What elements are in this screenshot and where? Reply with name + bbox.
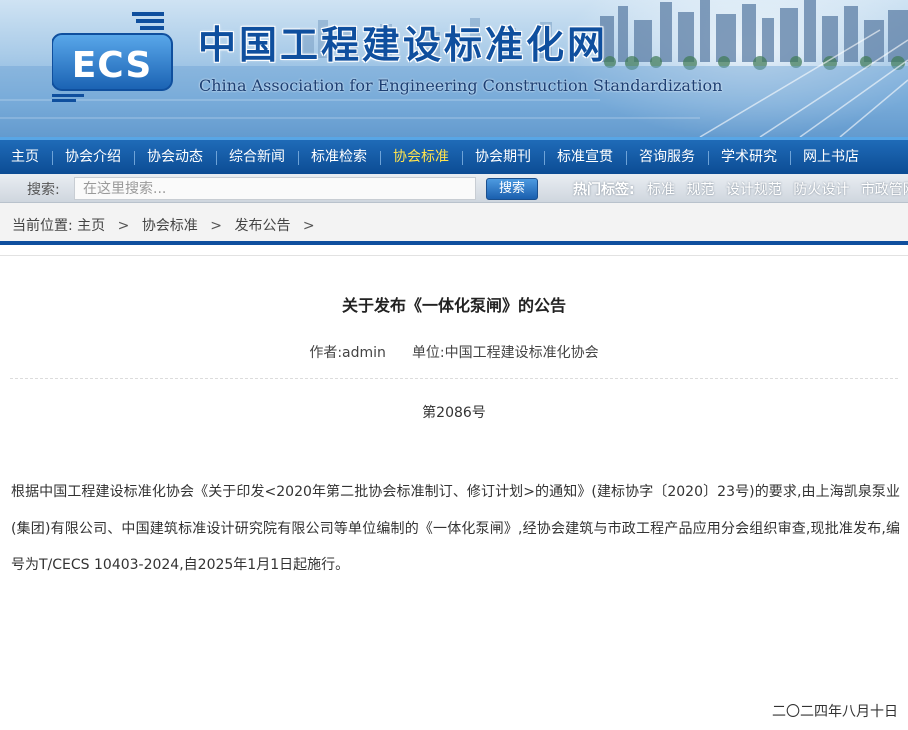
search-input[interactable] [74, 177, 476, 200]
article-title: 关于发布《一体化泵闸》的公告 [341, 296, 566, 315]
main-nav: 主页 协会介绍 协会动态 综合新闻 标准检索 协会标准 协会期刊 标准宣贯 咨询… [0, 137, 908, 174]
breadcrumb-separator: > [117, 218, 130, 234]
nav-item-bookstore[interactable]: 网上书店 [790, 140, 872, 174]
search-button[interactable]: 搜索 [486, 178, 538, 200]
nav-item-about[interactable]: 协会介绍 [52, 140, 134, 174]
nav-item-general-news[interactable]: 综合新闻 [216, 140, 298, 174]
hot-tags-label: 热门标签: [573, 182, 635, 198]
search-bar: 搜索: 搜索 热门标签: 标准 规范 设计规范 防火设计 市政管网 [0, 174, 908, 203]
breadcrumb-separator: > [302, 218, 315, 234]
document-number: 第2086号 [422, 405, 486, 421]
nav-item-standard-promotion[interactable]: 标准宣贯 [544, 140, 626, 174]
nav-item-consulting[interactable]: 咨询服务 [626, 140, 708, 174]
meta-divider [10, 378, 898, 379]
article-date: 二〇二四年八月十日 [772, 704, 898, 720]
ecs-logo-text: ECS [72, 45, 153, 86]
hot-tags: 标准 规范 设计规范 防火设计 市政管网 [647, 179, 908, 199]
article-meta: 作者:admin 单位:中国工程建设标准化协会 [0, 342, 908, 362]
ecs-logo: ECS [52, 12, 173, 102]
content-top-divider [0, 255, 908, 256]
nav-item-news[interactable]: 协会动态 [134, 140, 216, 174]
nav-item-journal[interactable]: 协会期刊 [462, 140, 544, 174]
nav-item-home[interactable]: 主页 [0, 140, 52, 174]
breadcrumb-separator: > [210, 218, 222, 234]
site-title-en: China Association for Engineering Constr… [199, 76, 723, 95]
article-unit: 单位:中国工程建设标准化协会 [411, 345, 599, 361]
hot-tag-fire-design[interactable]: 防火设计 [793, 182, 849, 198]
search-label: 搜索: [27, 182, 60, 198]
hot-tag-municipal-pipeline[interactable]: 市政管网 [861, 182, 908, 198]
breadcrumb-home[interactable]: 主页 [77, 218, 105, 234]
hot-tag-standard[interactable]: 标准 [647, 182, 675, 198]
hot-tag-design-code[interactable]: 设计规范 [726, 182, 782, 198]
nav-item-research[interactable]: 学术研究 [708, 140, 790, 174]
hot-tag-code[interactable]: 规范 [686, 182, 714, 198]
site-title-cn: 中国工程建设标准化网 [198, 22, 609, 67]
breadcrumb-association-standards[interactable]: 协会标准 [142, 218, 198, 234]
breadcrumb-prefix: 当前位置: [12, 218, 73, 234]
article-body: 根据中国工程建设标准化协会《关于印发<2020年第二批协会标准制订、修订计划>的… [11, 484, 900, 573]
site-banner: ECS 中国工程建设标准化网 China Association for Eng… [0, 0, 908, 137]
article-author: 作者:admin [309, 345, 386, 361]
nav-item-standard-search[interactable]: 标准检索 [298, 140, 380, 174]
breadcrumb: 当前位置: 主页 > 协会标准 > 发布公告 > [0, 203, 908, 241]
breadcrumb-announcements[interactable]: 发布公告 [234, 218, 290, 234]
nav-item-association-standards[interactable]: 协会标准 [380, 140, 462, 174]
breadcrumb-divider [0, 241, 908, 245]
